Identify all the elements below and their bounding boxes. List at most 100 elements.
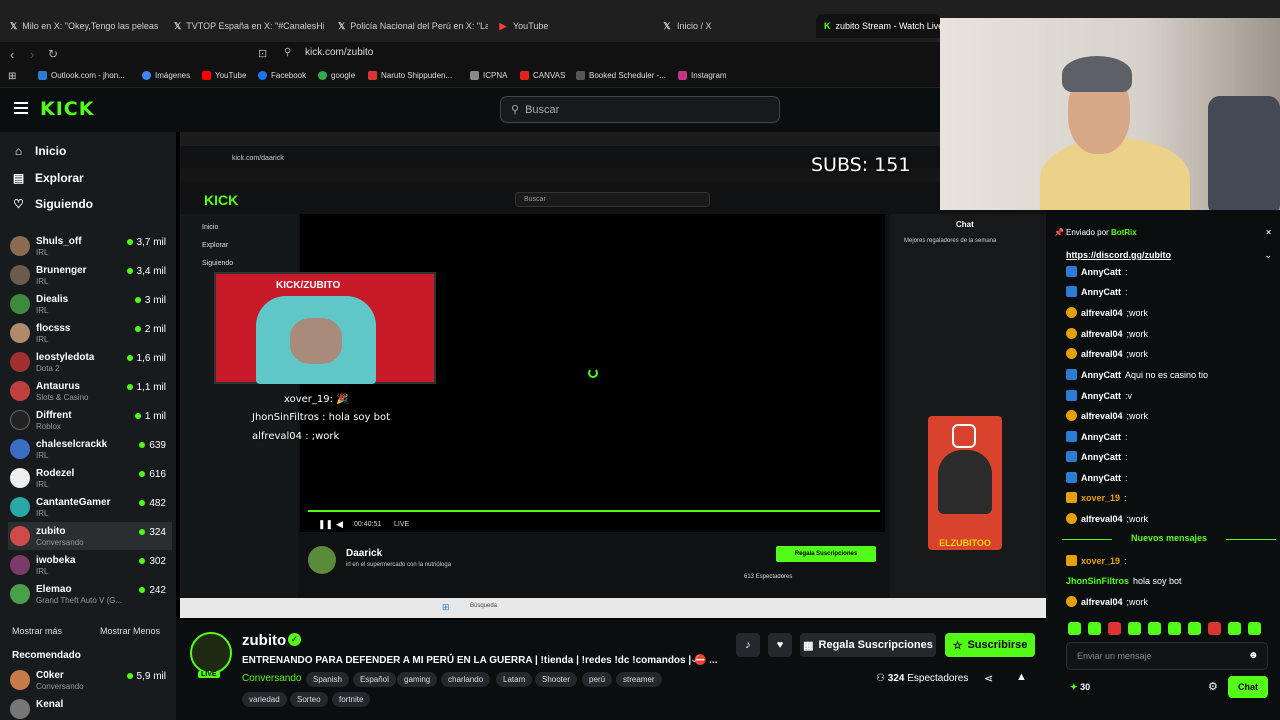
- sidebar-channel[interactable]: flocsss IRL 2 mil: [8, 319, 172, 347]
- new-messages-divider[interactable]: Nuevos mensajes: [1062, 533, 1276, 543]
- emote-icon[interactable]: [1108, 622, 1121, 635]
- back-icon[interactable]: ‹: [10, 47, 14, 62]
- stream-tag[interactable]: variedad: [242, 692, 287, 707]
- sidebar-channel[interactable]: Rodezel IRL 616: [8, 464, 172, 492]
- browser-tab[interactable]: 𝕏 Milo en X: "Okey,Tengo las peleas qu: [10, 16, 160, 36]
- unpin-icon[interactable]: ✕: [1265, 228, 1272, 237]
- emote-icon[interactable]: [1148, 622, 1161, 635]
- user-badge-icon: [1066, 266, 1077, 277]
- stream-category[interactable]: Conversando: [242, 673, 301, 684]
- bookmark-item[interactable]: YouTube: [202, 71, 246, 80]
- search-input[interactable]: ⚲ Buscar: [500, 96, 780, 123]
- settings-gear-icon[interactable]: ⚙: [1208, 680, 1218, 693]
- emote-icon[interactable]: [1208, 622, 1221, 635]
- stream-tag[interactable]: gaming: [397, 672, 438, 687]
- bookmark-icon[interactable]: ⊡: [258, 47, 267, 60]
- sidebar-channel[interactable]: Shuls_off IRL 3,7 mil: [8, 232, 172, 260]
- x-icon: 𝕏: [338, 21, 346, 31]
- user-badge-icon: [1066, 472, 1077, 483]
- icpna-icon: [470, 71, 479, 80]
- stream-tag[interactable]: Spanish: [306, 672, 349, 687]
- nav-siguiendo[interactable]: ♡ Siguiendo: [12, 197, 93, 211]
- stream-tag[interactable]: fortnite: [332, 692, 371, 707]
- sidebar-channel[interactable]: Diealis IRL 3 mil: [8, 290, 172, 318]
- user-badge-icon: [1066, 555, 1077, 566]
- sidebar-channel[interactable]: CantanteGamer IRL 482: [8, 493, 172, 521]
- browser-tab[interactable]: 𝕏 TVTOP España en X: "#CanalesHispa: [174, 16, 324, 36]
- bookmark-item[interactable]: ICPNA: [470, 71, 507, 80]
- follow-button[interactable]: ♥: [768, 633, 792, 657]
- emote-icon[interactable]: [1188, 622, 1201, 635]
- share-icon[interactable]: ⋖: [984, 672, 993, 685]
- sidebar-channel-active[interactable]: zubito Conversando 324: [8, 522, 172, 550]
- webcam-overlay: [940, 18, 1280, 210]
- bookmark-item[interactable]: Naruto Shippuden...: [368, 71, 452, 80]
- video-player[interactable]: kick.com/daarick KICK Buscar Inicio Expl…: [176, 132, 1046, 620]
- avatar: [10, 526, 30, 546]
- stream-tag[interactable]: perú: [582, 672, 613, 687]
- sidebar-channel[interactable]: C0ker Conversando 5,9 mil: [8, 666, 172, 694]
- sidebar-channel[interactable]: leostyledota Dota 2 1,6 mil: [8, 348, 172, 376]
- search-icon: ⚲: [511, 104, 520, 116]
- bookmark-item[interactable]: google: [318, 71, 355, 80]
- show-less-link[interactable]: Mostrar Menos: [100, 626, 160, 636]
- facebook-icon: [258, 71, 267, 80]
- nav-inicio[interactable]: ⌂ Inicio: [12, 144, 66, 158]
- avatar: [10, 236, 30, 256]
- discord-link[interactable]: https://discord.gg/zubito: [1066, 250, 1171, 260]
- sidebar-channel[interactable]: iwobeka IRL 302: [8, 551, 172, 579]
- channel-points[interactable]: ✦ 30: [1070, 682, 1090, 693]
- notification-button[interactable]: ♪: [736, 633, 760, 657]
- chevron-down-icon[interactable]: ⌄: [690, 654, 698, 665]
- forward-icon[interactable]: ›: [30, 47, 34, 62]
- sidebar-channel[interactable]: Antaurus Slots & Casino 1,1 mil: [8, 377, 172, 405]
- browser-tab[interactable]: 𝕏 Policía Nacional del Perú en X: "La: [338, 16, 488, 36]
- browser-tab[interactable]: 𝕏 Inicio / X: [662, 16, 802, 36]
- gift-subs-button[interactable]: ▦ Regala Suscripciones: [800, 633, 936, 657]
- stream-tag[interactable]: Sorteo: [290, 692, 328, 707]
- bookmark-item[interactable]: Outlook.com - jhon...: [38, 71, 125, 80]
- stream-tag[interactable]: Español: [353, 672, 396, 687]
- bookmark-item[interactable]: Booked Scheduler -...: [576, 71, 666, 80]
- reload-icon[interactable]: ↻: [48, 47, 58, 61]
- report-icon[interactable]: ▲: [1016, 671, 1027, 683]
- site-info-icon[interactable]: ⚲: [284, 47, 291, 58]
- recommended-heading: Recomendado: [12, 650, 81, 661]
- emote-icon[interactable]: [1068, 622, 1081, 635]
- chat-input[interactable]: Enviar un mensaje: [1066, 642, 1268, 670]
- emote-icon[interactable]: [1128, 622, 1141, 635]
- emote-icon[interactable]: [1228, 622, 1241, 635]
- bookmark-item[interactable]: CANVAS: [520, 71, 565, 80]
- stream-tag[interactable]: streamer: [616, 672, 662, 687]
- streamer-name[interactable]: zubito: [242, 632, 286, 649]
- chevron-down-icon[interactable]: ⌄: [1264, 250, 1272, 261]
- streamer-avatar[interactable]: LIVE: [190, 632, 232, 678]
- user-badge-icon: [1066, 328, 1077, 339]
- emote-icon[interactable]: [1088, 622, 1101, 635]
- chat-send-button[interactable]: Chat: [1228, 676, 1268, 698]
- url-field[interactable]: kick.com/zubito: [305, 47, 373, 58]
- nav-explorar[interactable]: ▤ Explorar: [12, 171, 84, 185]
- menu-icon[interactable]: [14, 102, 28, 114]
- stream-tag[interactable]: charlando: [441, 672, 491, 687]
- show-more-link[interactable]: Mostrar más: [12, 626, 62, 636]
- bookmark-item[interactable]: Imágenes: [142, 71, 190, 80]
- sidebar-channel[interactable]: Brunenger IRL 3,4 mil: [8, 261, 172, 289]
- emote-icon[interactable]: [1248, 622, 1261, 635]
- kick-logo[interactable]: KICK: [40, 98, 94, 120]
- browser-tab-active[interactable]: Kzubito Stream - Watch Live o: [816, 14, 940, 38]
- bookmark-item[interactable]: Facebook: [258, 71, 306, 80]
- sidebar-channel[interactable]: chaleselcrackk IRL 639: [8, 435, 172, 463]
- subscribe-button[interactable]: ☆ Suscribirse: [945, 633, 1035, 657]
- apps-icon[interactable]: ⊞: [8, 71, 16, 82]
- sidebar-channel[interactable]: Diffrent Roblox 1 mil: [8, 406, 172, 434]
- sidebar-channel[interactable]: Kenal: [8, 695, 172, 720]
- stream-tag[interactable]: Shooter: [535, 672, 578, 687]
- stream-tag[interactable]: Latam: [496, 672, 533, 687]
- bookmark-item[interactable]: Instagram: [678, 71, 727, 80]
- sidebar-channel[interactable]: Elemao Grand Theft Auto V (G... 242: [8, 580, 172, 608]
- browser-tab[interactable]: ▶ YouTube: [498, 16, 648, 36]
- gift-icon: ▦: [803, 639, 814, 652]
- emote-icon[interactable]: [1168, 622, 1181, 635]
- emoji-picker-icon[interactable]: ☻: [1248, 650, 1259, 661]
